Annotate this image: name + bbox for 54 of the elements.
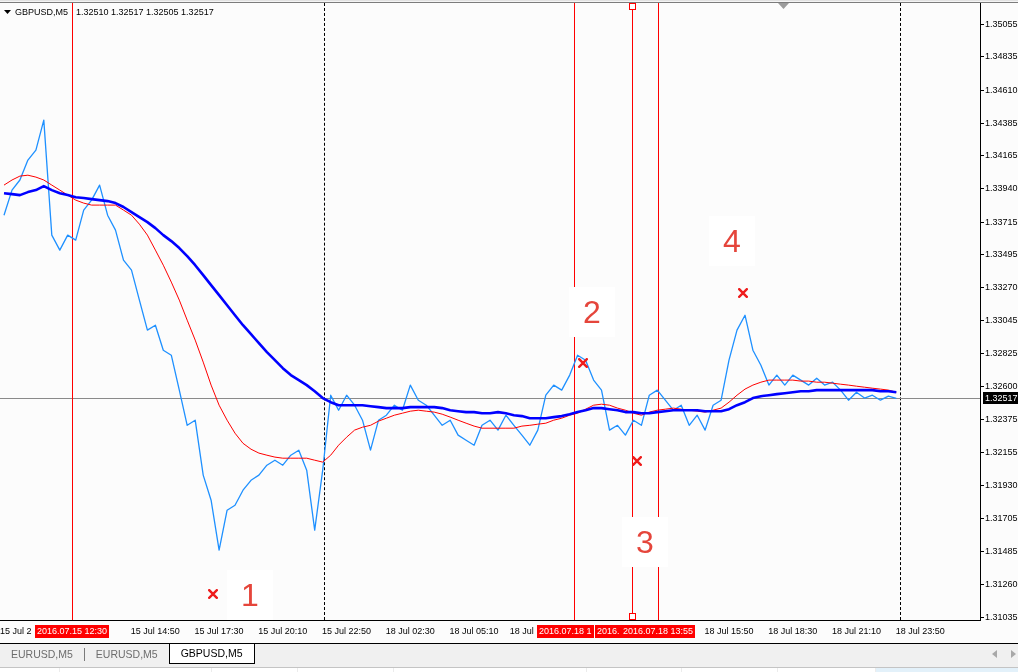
time-label: 18 Jul: [509, 625, 534, 638]
price-label: 1.32825: [985, 346, 1018, 359]
price-label: 1.35055: [985, 17, 1018, 30]
triangle-marker-icon[interactable]: [778, 3, 789, 9]
time-label: 15 Jul 17:30: [194, 625, 244, 638]
time-label: 18 Jul 02:30: [385, 625, 435, 638]
time-label: 18 Jul 05:10: [449, 625, 499, 638]
chart-tab[interactable]: EURUSD,M5: [0, 644, 84, 664]
chart-tab[interactable]: EURUSD,M5: [84, 644, 169, 664]
cross-marker-icon: [632, 456, 642, 466]
price-label: 1.31035: [985, 611, 1018, 624]
price-label: 1.34385: [985, 116, 1018, 129]
vertical-line[interactable]: [573, 3, 576, 620]
line-time-label: 2016.07.18 1: [537, 625, 594, 638]
price-label: 1.31260: [985, 577, 1018, 590]
cross-marker-icon: [738, 288, 748, 298]
time-label: 18 Jul 23:50: [895, 625, 945, 638]
price-label: 1.32375: [985, 413, 1018, 426]
price-label: 1.33715: [985, 215, 1018, 228]
price-label: 1.33495: [985, 248, 1018, 261]
line-time-label: 2016.07.15 12:30: [35, 625, 110, 638]
time-label: 15 Jul 20:10: [258, 625, 308, 638]
price-label: 1.32600: [985, 380, 1018, 393]
time-label: 18 Jul 15:50: [704, 625, 754, 638]
caret-icon[interactable]: [4, 10, 11, 14]
drag-handle[interactable]: [629, 3, 636, 10]
ohlc-values: 1.32510 1.32517 1.32505 1.32517: [76, 6, 214, 18]
vertical-line[interactable]: [657, 3, 660, 620]
price-label: 1.32155: [985, 445, 1018, 458]
time-label: 18 Jul 21:10: [832, 625, 881, 638]
price-label: 1.33270: [985, 281, 1018, 294]
price-label: 1.31485: [985, 544, 1018, 557]
time-label: 15 Jul 2: [0, 625, 32, 638]
left-arrow-icon[interactable]: [992, 650, 997, 658]
price-label: 1.34165: [985, 149, 1018, 162]
symbol-label: GBPUSD,M5: [15, 6, 68, 18]
right-arrow-icon[interactable]: [1011, 650, 1016, 658]
line-time-label: 2016.: [595, 625, 622, 638]
vertical-line[interactable]: [71, 3, 74, 620]
current-price-label: 1.32517: [983, 392, 1018, 405]
cross-marker-icon: [208, 589, 218, 599]
time-label: 15 Jul 14:50: [130, 625, 180, 638]
cross-marker-icon: [578, 358, 588, 368]
drag-handle[interactable]: [629, 613, 636, 620]
line-time-label: 2016.07.18 13:55: [621, 625, 696, 638]
price-label: 1.31705: [985, 512, 1018, 525]
price-label: 1.31930: [985, 479, 1018, 491]
time-label: 18 Jul 18:30: [768, 625, 818, 638]
chart-tab[interactable]: GBPUSD,M5: [168, 644, 255, 664]
time-label: 15 Jul 22:50: [322, 625, 372, 638]
price-label: 1.33045: [985, 314, 1018, 327]
price-label: 1.34610: [985, 83, 1018, 96]
price-label: 1.33940: [985, 182, 1018, 195]
price-label: 1.34835: [985, 50, 1018, 63]
